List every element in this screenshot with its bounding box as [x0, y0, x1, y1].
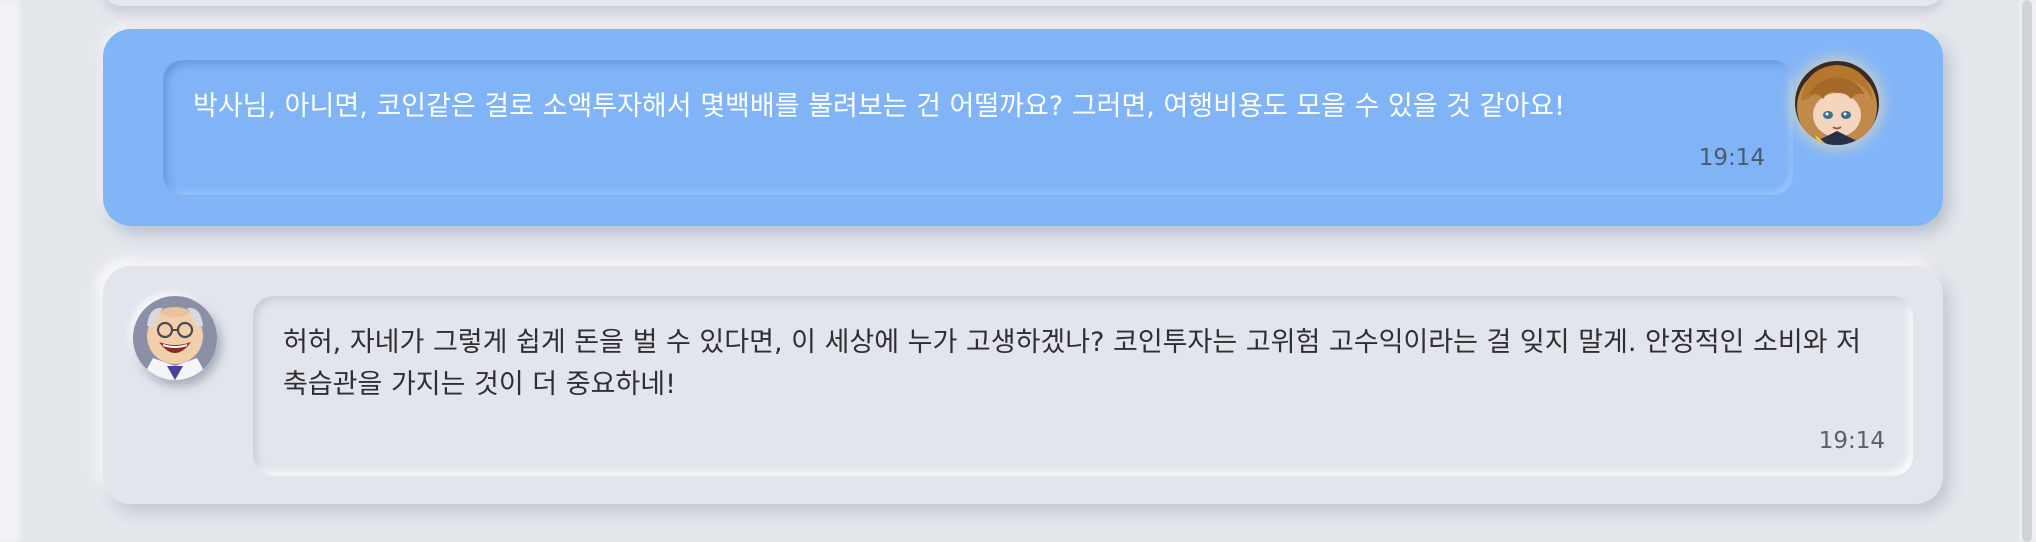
left-panel-edge — [0, 0, 22, 542]
message-timestamp: 19:14 — [1698, 145, 1765, 171]
assistant-message-bubble: 허허, 자네가 그렇게 쉽게 돈을 벌 수 있다면, 이 세상에 누가 고생하겠… — [253, 296, 1913, 476]
message-timestamp: 19:14 — [1818, 428, 1885, 454]
user-message-text: 박사님, 아니면, 코인같은 걸로 소액투자해서 몇백배를 불려보는 건 어떨까… — [193, 91, 1565, 122]
scrollbar-thumb[interactable] — [2022, 0, 2032, 542]
professor-avatar-icon — [133, 296, 217, 380]
previous-message-card — [103, 0, 1943, 6]
user-message-card: 박사님, 아니면, 코인같은 걸로 소액투자해서 몇백배를 불려보는 건 어떨까… — [103, 29, 1943, 226]
user-message-bubble: 박사님, 아니면, 코인같은 걸로 소액투자해서 몇백배를 불려보는 건 어떨까… — [163, 60, 1793, 195]
assistant-message-card: 허허, 자네가 그렇게 쉽게 돈을 벌 수 있다면, 이 세상에 누가 고생하겠… — [103, 266, 1943, 504]
assistant-message-text: 허허, 자네가 그렇게 쉽게 돈을 벌 수 있다면, 이 세상에 누가 고생하겠… — [283, 327, 1861, 400]
scrollbar[interactable] — [2018, 0, 2036, 542]
girl-avatar-icon — [1795, 61, 1879, 145]
